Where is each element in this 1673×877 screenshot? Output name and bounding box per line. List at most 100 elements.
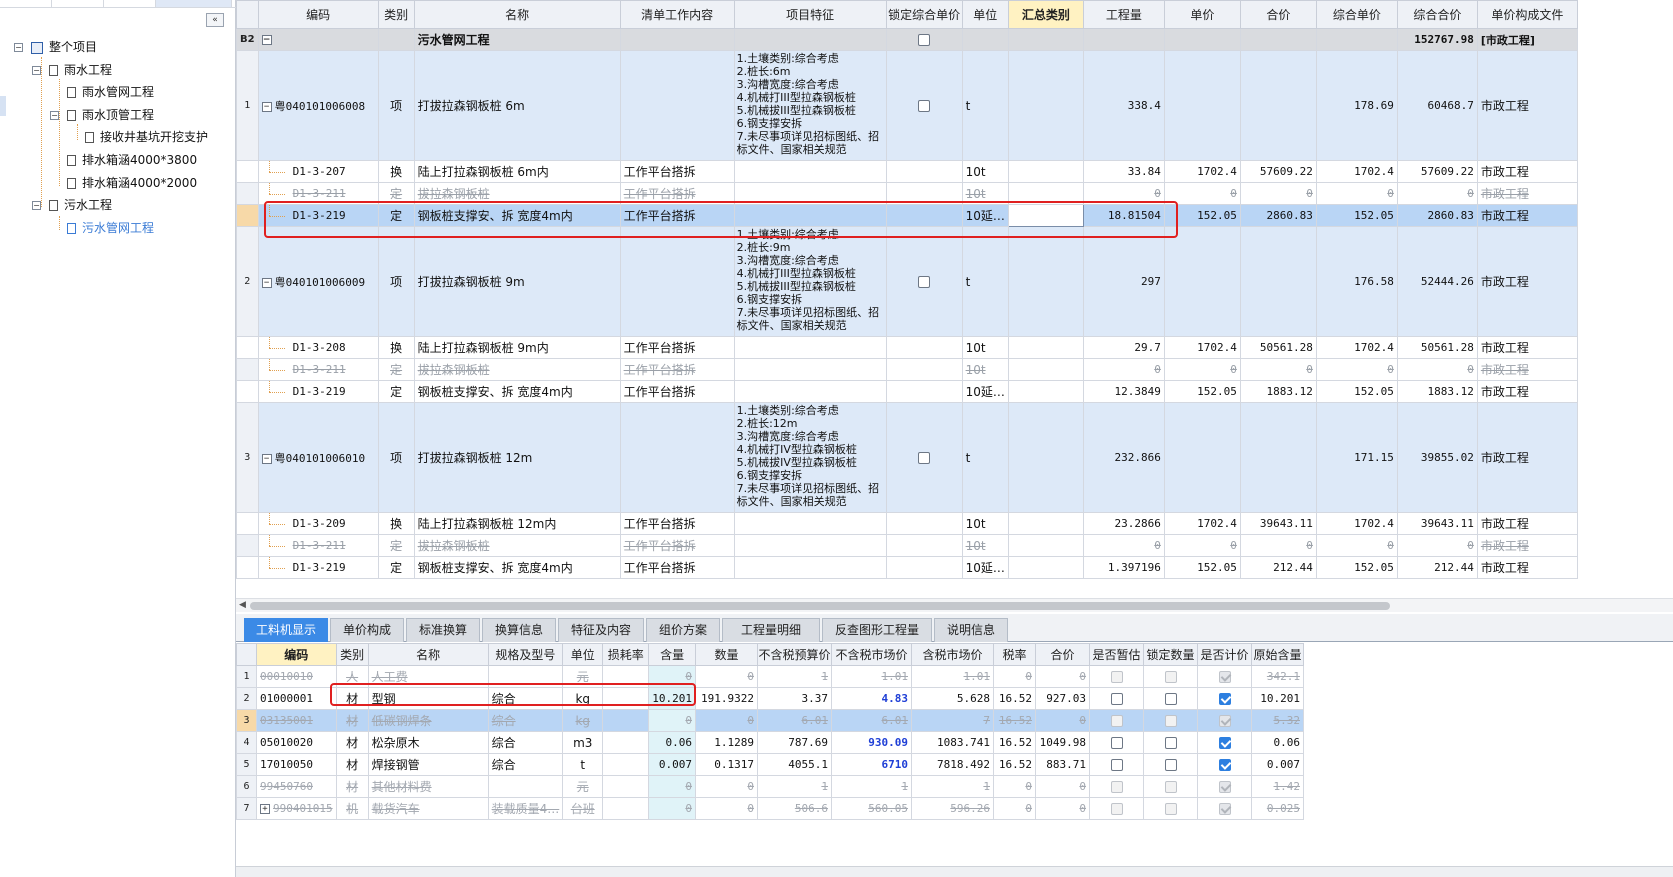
unit-cell[interactable]: kg bbox=[562, 687, 604, 710]
feature-cell[interactable]: 1.土壤类别:综合考虑 2.桩长:12m 3.沟槽宽度:综合考虑 4.机械打IV… bbox=[733, 402, 887, 513]
tax-cell[interactable]: 16.52 bbox=[993, 731, 1036, 754]
price-file-cell[interactable]: 市政工程 bbox=[1476, 402, 1578, 513]
cprice-cell[interactable]: 178.69 bbox=[1315, 50, 1398, 161]
amount-cell[interactable]: 39643.11 bbox=[1239, 512, 1317, 535]
est-cell[interactable] bbox=[1089, 731, 1144, 754]
bill-item-row[interactable]: 3− 粤040101006010 项打拔拉森钢板桩 12m 1.土壤类别:综合考虑 2… bbox=[236, 402, 1578, 513]
work-content-cell[interactable]: 工作平台搭拆 bbox=[619, 380, 735, 403]
priced-checkbox[interactable] bbox=[1218, 715, 1231, 727]
price-cell[interactable] bbox=[1163, 50, 1241, 161]
code-cell[interactable]: 05010020 bbox=[256, 731, 337, 754]
unit-cell[interactable]: t bbox=[961, 402, 1009, 513]
amount-cell[interactable]: 883.71 bbox=[1035, 753, 1090, 776]
work-content-cell[interactable] bbox=[619, 402, 735, 513]
camount-cell[interactable]: 0 bbox=[1396, 534, 1478, 557]
original-content-cell[interactable]: 5.32 bbox=[1251, 709, 1304, 732]
column-header[interactable]: 锁定数量 bbox=[1143, 643, 1198, 666]
category-cell[interactable]: 材 bbox=[335, 687, 369, 710]
unit-cell[interactable]: 10t bbox=[961, 512, 1009, 535]
unit-cell[interactable]: 10t bbox=[961, 182, 1009, 205]
price-cell[interactable] bbox=[1163, 402, 1241, 513]
unit-cell[interactable]: t bbox=[961, 50, 1009, 161]
collapse-toggle-icon[interactable]: − bbox=[261, 453, 272, 464]
unit-cell[interactable]: m3 bbox=[562, 731, 604, 754]
amount-cell[interactable]: 0 bbox=[1035, 709, 1090, 732]
name-cell[interactable]: 陆上打拉森钢板桩 9m内 bbox=[413, 336, 621, 359]
detail-tab[interactable]: 反查图形工程量 bbox=[822, 618, 932, 642]
category-cell[interactable]: 定 bbox=[377, 204, 415, 227]
priced-cell[interactable] bbox=[1197, 709, 1252, 732]
pre-cell[interactable]: 4055.1 bbox=[757, 753, 832, 776]
amount-cell[interactable]: 1883.12 bbox=[1239, 380, 1317, 403]
column-header[interactable]: 不含税市场价 bbox=[831, 643, 912, 666]
qty-cell[interactable]: 0.1317 bbox=[695, 753, 758, 776]
quota-row[interactable]: D1-3-219 定钢板桩支撑安、拆 宽度4m内 工作平台搭拆 10延… 1.39719… bbox=[236, 556, 1578, 579]
original-content-cell[interactable]: 0.007 bbox=[1251, 753, 1304, 776]
loss-rate-cell[interactable] bbox=[602, 775, 650, 798]
toolbar-segment[interactable] bbox=[0, 0, 52, 7]
cprice-cell[interactable]: 0 bbox=[1315, 358, 1398, 381]
price-file-cell[interactable]: 市政工程 bbox=[1476, 50, 1578, 161]
spec-cell[interactable]: 综合 bbox=[487, 753, 564, 776]
lock-checkbox[interactable] bbox=[1164, 737, 1177, 749]
name-cell[interactable]: 拔拉森钢板桩 bbox=[413, 182, 621, 205]
priced-checkbox[interactable] bbox=[1218, 803, 1231, 815]
code-cell[interactable]: 03135001 bbox=[256, 709, 337, 732]
toolbar-segment-selected[interactable] bbox=[156, 0, 232, 7]
tree-node[interactable]: − 雨水顶管工程 bbox=[50, 105, 154, 125]
name-cell[interactable]: 人工费 bbox=[367, 665, 489, 688]
column-header[interactable]: 合价 bbox=[1035, 643, 1090, 666]
camount-cell[interactable]: 39855.02 bbox=[1396, 402, 1478, 513]
mkt-tax-cell[interactable]: 1083.741 bbox=[911, 731, 994, 754]
summary-category-cell[interactable] bbox=[1007, 402, 1084, 513]
tax-cell[interactable]: 0 bbox=[993, 665, 1036, 688]
content-cell[interactable]: 0.007 bbox=[648, 753, 696, 776]
priced-checkbox[interactable] bbox=[1218, 693, 1231, 705]
work-content-cell[interactable]: 工作平台搭拆 bbox=[619, 336, 735, 359]
detail-tab[interactable]: 标准换算 bbox=[406, 618, 480, 642]
column-header[interactable]: 数量 bbox=[695, 643, 758, 666]
tree-node[interactable]: − 雨水工程 bbox=[32, 60, 112, 80]
est-cell[interactable] bbox=[1089, 775, 1144, 798]
content-cell[interactable]: 0 bbox=[648, 775, 696, 798]
expand-toggle-icon[interactable]: + bbox=[260, 804, 270, 814]
column-header[interactable]: 综合单价 bbox=[1315, 0, 1398, 29]
price-file-cell[interactable]: 市政工程 bbox=[1476, 380, 1578, 403]
name-cell[interactable]: 打拔拉森钢板桩 9m bbox=[413, 226, 621, 337]
cprice-cell[interactable]: 1702.4 bbox=[1315, 512, 1398, 535]
column-header[interactable]: 合价 bbox=[1239, 0, 1317, 29]
pre-cell[interactable]: 787.69 bbox=[757, 731, 832, 754]
camount-cell[interactable]: 57609.22 bbox=[1396, 160, 1478, 183]
feature-cell[interactable] bbox=[733, 336, 887, 359]
column-header[interactable]: 清单工作内容 bbox=[619, 0, 735, 29]
tax-cell[interactable]: 16.52 bbox=[993, 753, 1036, 776]
resource-row[interactable]: 4 05010020 材松杂原木 综合 m3 0.06 1.1289 787.69 930.09… bbox=[236, 731, 1304, 754]
code-cell[interactable]: D1-3-208 bbox=[257, 336, 379, 359]
category-cell[interactable]: 定 bbox=[377, 380, 415, 403]
summary-category-cell[interactable] bbox=[1007, 534, 1084, 557]
price-file-cell[interactable]: 市政工程 bbox=[1476, 358, 1578, 381]
toolbar-segment[interactable] bbox=[104, 0, 156, 7]
lock-cell[interactable] bbox=[1143, 709, 1198, 732]
code-cell[interactable]: − 粤040101006009 bbox=[257, 226, 379, 337]
qty-cell[interactable]: 0 bbox=[695, 797, 758, 820]
column-header[interactable]: 编码 bbox=[256, 643, 337, 666]
horizontal-scrollbar[interactable]: ◀ bbox=[236, 598, 1673, 612]
pre-cell[interactable]: 3.37 bbox=[757, 687, 832, 710]
unit-cell[interactable]: kg bbox=[562, 709, 604, 732]
code-cell[interactable]: − 粤040101006010 bbox=[257, 402, 379, 513]
qty-cell[interactable]: 0 bbox=[695, 709, 758, 732]
column-header[interactable]: 规格及型号 bbox=[487, 643, 564, 666]
original-content-cell[interactable]: 342.1 bbox=[1251, 665, 1304, 688]
mkt-tax-cell[interactable]: 1.01 bbox=[911, 665, 994, 688]
summary-category-cell[interactable] bbox=[1007, 50, 1084, 161]
feature-cell[interactable] bbox=[733, 380, 887, 403]
tree-node[interactable]: − 污水工程 bbox=[32, 195, 112, 215]
camount-cell[interactable]: 52444.26 bbox=[1396, 226, 1478, 337]
tree-collapse-toggle[interactable]: − bbox=[14, 43, 23, 52]
name-cell[interactable]: 其他材料费 bbox=[367, 775, 489, 798]
work-content-cell[interactable]: 工作平台搭拆 bbox=[619, 534, 735, 557]
camount-cell[interactable]: 2860.83 bbox=[1396, 204, 1478, 227]
tree-collapse-toggle[interactable]: − bbox=[32, 65, 41, 75]
lock-price-checkbox[interactable] bbox=[918, 452, 931, 464]
